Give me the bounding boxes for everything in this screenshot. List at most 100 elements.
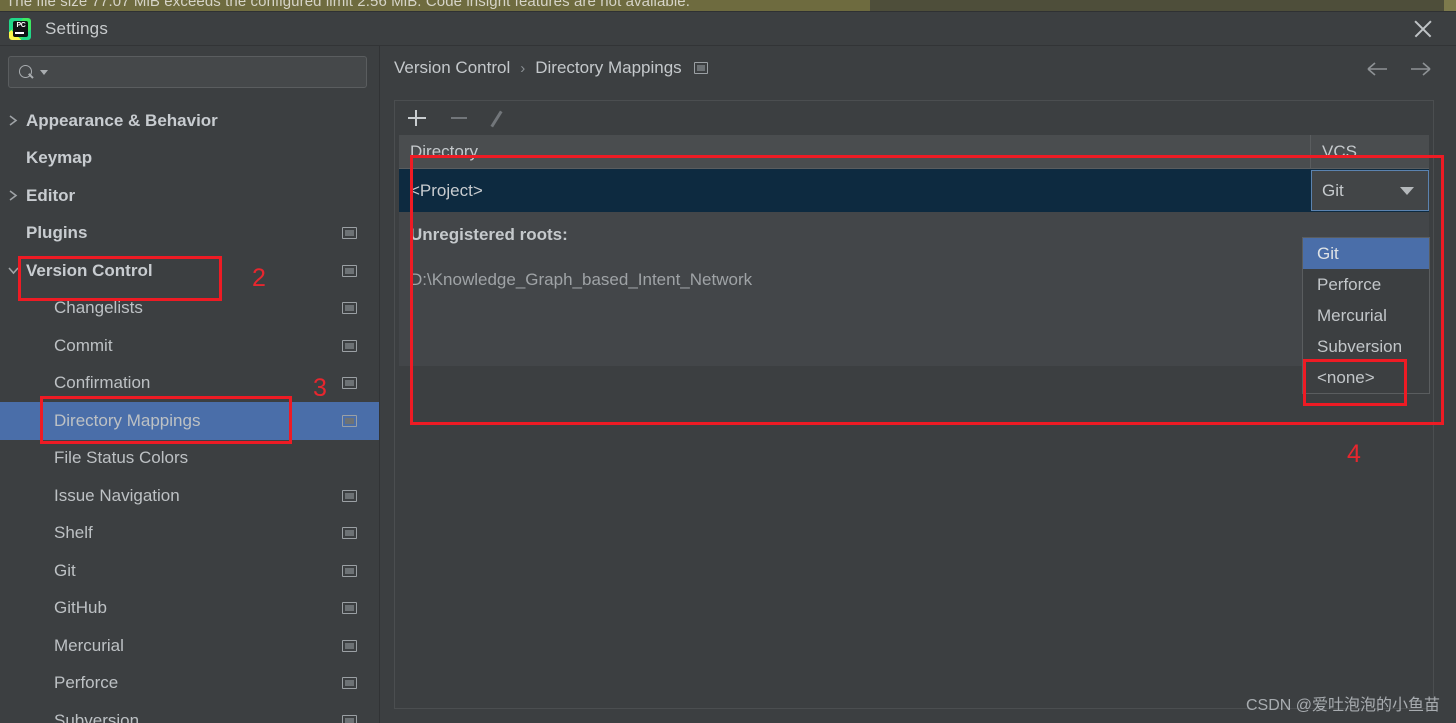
directory-mappings-panel: Directory VCS <Project> Git Unregistered r… xyxy=(394,100,1434,709)
chevron-right-icon[interactable] xyxy=(0,189,26,202)
pycharm-logo-icon: PC xyxy=(9,17,31,40)
sidebar-item-changelists[interactable]: Changelists xyxy=(0,290,379,328)
search-container xyxy=(0,46,379,88)
sidebar-item-file-status-colors[interactable]: File Status Colors xyxy=(0,440,379,478)
monitor-icon xyxy=(342,639,357,652)
pycharm-logo-bar xyxy=(15,31,24,34)
vcs-combobox[interactable]: Git xyxy=(1311,170,1429,211)
background-notification-text: The file size 77.07 MiB exceeds the conf… xyxy=(6,0,690,10)
vcs-option-none[interactable]: <none> xyxy=(1303,362,1429,393)
breadcrumb: Version Control › Directory Mappings xyxy=(394,58,708,78)
sidebar-item-commit[interactable]: Commit xyxy=(0,327,379,365)
settings-dialog: PC Settings Appearance & Behavior Keymap E… xyxy=(0,11,1456,723)
table-empty-area xyxy=(399,302,1429,366)
cell-vcs: Git xyxy=(1311,170,1429,211)
table-header-row: Directory VCS xyxy=(399,135,1429,169)
sidebar-item-mercurial[interactable]: Mercurial xyxy=(0,627,379,665)
chevron-right-icon[interactable] xyxy=(0,114,26,127)
table-row[interactable]: D:\Knowledge_Graph_based_Intent_Network xyxy=(399,258,1429,302)
sidebar-item-label: Subversion xyxy=(54,710,140,723)
monitor-icon xyxy=(342,414,357,427)
sidebar-item-issue-navigation[interactable]: Issue Navigation xyxy=(0,477,379,515)
vcs-option-mercurial[interactable]: Mercurial xyxy=(1303,300,1429,331)
cell-directory: D:\Knowledge_Graph_based_Intent_Network xyxy=(410,270,753,289)
sidebar-item-label: Plugins xyxy=(26,223,88,243)
background-strip-right xyxy=(870,0,1456,11)
sidebar-item-label: Mercurial xyxy=(54,635,124,655)
monitor-icon xyxy=(342,227,357,240)
monitor-icon xyxy=(342,714,357,723)
search-box[interactable] xyxy=(8,56,367,88)
sidebar-item-label: File Status Colors xyxy=(54,448,189,468)
breadcrumb-parent[interactable]: Version Control xyxy=(394,58,510,78)
monitor-icon xyxy=(342,302,357,315)
mappings-toolbar xyxy=(395,101,1433,135)
table-row[interactable]: Unregistered roots: xyxy=(399,212,1429,258)
sidebar-item-label: Issue Navigation xyxy=(54,485,180,505)
sidebar-item-label: Version Control xyxy=(26,260,153,280)
chevron-down-icon[interactable] xyxy=(1400,186,1414,195)
monitor-icon xyxy=(342,489,357,502)
vcs-option-subversion[interactable]: Subversion xyxy=(1303,331,1429,362)
column-header-vcs[interactable]: VCS xyxy=(1311,135,1429,168)
monitor-icon xyxy=(342,527,357,540)
sidebar-item-directory-mappings[interactable]: Directory Mappings xyxy=(0,402,379,440)
sidebar-item-label: Appearance & Behavior xyxy=(26,110,218,130)
sidebar-item-label: Keymap xyxy=(26,148,93,168)
vcs-option-git[interactable]: Git xyxy=(1303,238,1429,269)
directory-mappings-table: Directory VCS <Project> Git Unregistered r… xyxy=(399,135,1429,704)
sidebar-item-shelf[interactable]: Shelf xyxy=(0,515,379,553)
sidebar-item-confirmation[interactable]: Confirmation xyxy=(0,365,379,403)
monitor-icon xyxy=(342,602,357,615)
sidebar-item-version-control[interactable]: Version Control xyxy=(0,252,379,290)
sidebar-item-label: GitHub xyxy=(54,598,107,618)
dialog-title: Settings xyxy=(45,18,109,38)
sidebar-item-appearance-behavior[interactable]: Appearance & Behavior xyxy=(0,102,379,140)
remove-mapping-button[interactable] xyxy=(449,108,469,128)
dialog-titlebar: PC Settings xyxy=(0,12,1456,46)
search-input[interactable] xyxy=(48,64,366,80)
vcs-option-perforce[interactable]: Perforce xyxy=(1303,269,1429,300)
history-navigation xyxy=(1366,60,1432,78)
breadcrumb-current: Directory Mappings xyxy=(535,58,682,77)
table-row[interactable]: <Project> Git xyxy=(399,169,1429,212)
chevron-down-icon[interactable] xyxy=(40,69,48,75)
dialog-body: Appearance & Behavior Keymap Editor Plugins… xyxy=(0,46,1456,723)
sidebar-item-label: Shelf xyxy=(54,523,93,543)
settings-tree: Appearance & Behavior Keymap Editor Plugins… xyxy=(0,102,379,723)
sidebar-item-label: Commit xyxy=(54,335,113,355)
monitor-icon xyxy=(342,377,357,390)
vcs-combobox-value: Git xyxy=(1322,180,1344,200)
sidebar-item-plugins[interactable]: Plugins xyxy=(0,215,379,253)
settings-sidebar: Appearance & Behavior Keymap Editor Plugins… xyxy=(0,46,380,723)
sidebar-item-git[interactable]: Git xyxy=(0,552,379,590)
sidebar-item-label: Editor xyxy=(26,185,76,205)
table-body: <Project> Git Unregistered roots: D:\Knowle… xyxy=(399,169,1429,366)
sidebar-item-github[interactable]: GitHub xyxy=(0,590,379,628)
vcs-dropdown-list[interactable]: Git Perforce Mercurial Subversion <none> xyxy=(1302,237,1430,394)
monitor-icon xyxy=(693,62,708,74)
chevron-down-icon[interactable] xyxy=(0,265,26,276)
cell-directory: Unregistered roots: xyxy=(410,225,568,244)
sidebar-item-label: Directory Mappings xyxy=(54,410,201,430)
column-header-directory[interactable]: Directory xyxy=(399,135,1311,168)
edit-mapping-button[interactable] xyxy=(491,108,513,128)
sidebar-item-editor[interactable]: Editor xyxy=(0,177,379,215)
sidebar-item-perforce[interactable]: Perforce xyxy=(0,665,379,703)
settings-main-panel: Version Control › Directory Mappings Dir… xyxy=(380,46,1456,723)
search-icon xyxy=(19,64,39,80)
background-strip-edge xyxy=(1444,0,1456,11)
arrow-left-icon[interactable] xyxy=(1366,60,1388,78)
arrow-right-icon[interactable] xyxy=(1410,60,1432,78)
monitor-icon xyxy=(342,339,357,352)
monitor-icon xyxy=(342,564,357,577)
breadcrumb-separator: › xyxy=(520,59,526,77)
add-mapping-button[interactable] xyxy=(407,108,427,128)
close-icon[interactable] xyxy=(1408,14,1438,44)
sidebar-item-subversion[interactable]: Subversion xyxy=(0,702,379,723)
monitor-icon xyxy=(342,264,357,277)
sidebar-item-label: Perforce xyxy=(54,673,119,693)
sidebar-item-keymap[interactable]: Keymap xyxy=(0,140,379,178)
sidebar-item-label: Confirmation xyxy=(54,373,151,393)
watermark: CSDN @爱吐泡泡的小鱼苗 xyxy=(1245,697,1440,714)
